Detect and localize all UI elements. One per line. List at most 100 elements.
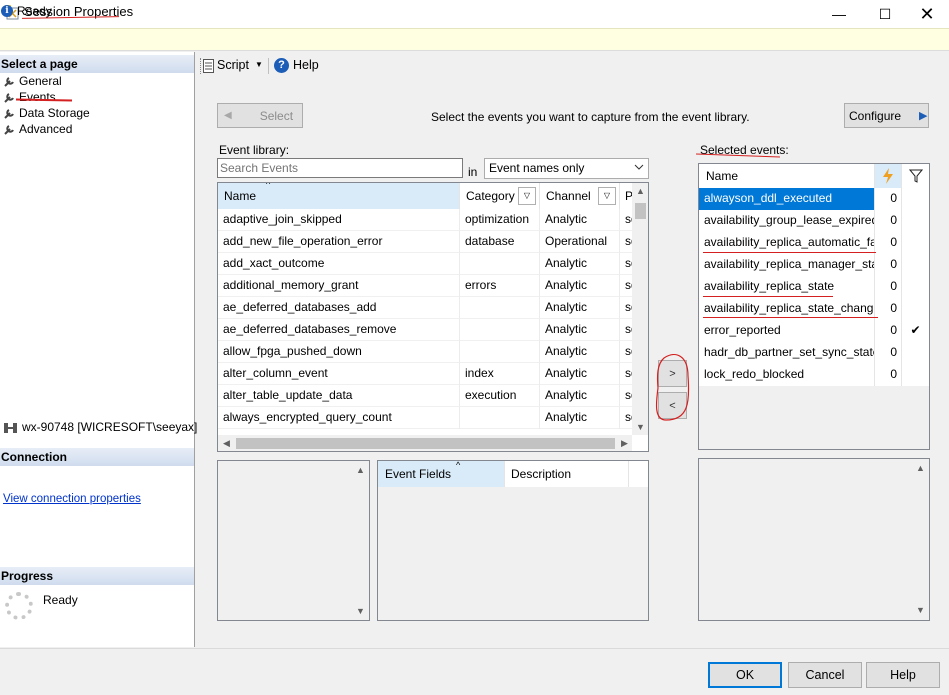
select-button[interactable]: ◀ Select xyxy=(217,103,303,128)
sidebar-item-label: Data Storage xyxy=(19,106,90,120)
cell-name: availability_replica_state xyxy=(699,276,875,298)
search-scope-select[interactable]: Event names only xyxy=(484,158,649,179)
scroll-up-icon: ▲ xyxy=(916,463,925,473)
cell-category: index xyxy=(460,363,540,385)
cell-channel: Analytic xyxy=(540,385,620,407)
sidebar-item-label: Events xyxy=(19,90,56,104)
cell-category: optimization xyxy=(460,209,540,231)
table-row[interactable]: hadr_db_partner_set_sync_state 0 xyxy=(699,342,929,364)
cell-channel: Analytic xyxy=(540,319,620,341)
select-page-panel xyxy=(0,52,195,647)
table-row[interactable]: allow_fpga_pushed_downAnalyticsq xyxy=(218,341,634,363)
table-row[interactable]: availability_group_lease_expired 0 xyxy=(699,210,929,232)
sidebar-item-advanced[interactable]: Advanced xyxy=(3,121,72,137)
table-row[interactable]: availability_replica_manager_state...0 xyxy=(699,254,929,276)
selected-event-details-pane xyxy=(698,458,930,621)
cell-check xyxy=(902,298,929,320)
chevron-down-icon xyxy=(634,164,644,170)
event-library-label: Event library: xyxy=(219,143,290,157)
sort-ascending-icon: ^ xyxy=(456,460,461,470)
column-header-description[interactable]: Description xyxy=(504,461,628,487)
cell-channel: Analytic xyxy=(540,209,620,231)
table-row[interactable]: availability_replica_state 0 xyxy=(699,276,929,298)
column-header-name[interactable]: Name xyxy=(699,164,875,188)
title-bar xyxy=(0,0,949,28)
table-row[interactable]: availability_replica_automatic_failo...0 xyxy=(699,232,929,254)
category-filter-dropdown[interactable]: ▽ xyxy=(518,187,536,205)
close-button[interactable]: ✕ xyxy=(904,0,949,28)
sidebar-item-general[interactable]: General xyxy=(3,73,62,89)
view-connection-properties-link[interactable]: View connection properties xyxy=(3,493,141,505)
table-row[interactable]: add_xact_outcomeAnalyticsq xyxy=(218,253,634,275)
cell-channel: Analytic xyxy=(540,363,620,385)
search-events-input[interactable] xyxy=(217,158,463,178)
column-header-name[interactable]: Name xyxy=(218,183,460,209)
connection-header: Connection xyxy=(0,448,194,466)
ok-button[interactable]: OK xyxy=(708,662,782,688)
cell-name: availability_replica_manager_state... xyxy=(699,254,875,276)
cell-category: database xyxy=(460,231,540,253)
event-grid-horizontal-scrollbar[interactable]: ◀ ▶ xyxy=(218,435,632,451)
table-row[interactable]: always_encrypted_query_countAnalyticsq xyxy=(218,407,634,429)
progress-header: Progress xyxy=(0,567,194,585)
column-header-filter[interactable] xyxy=(902,164,929,188)
description-vertical-scrollbar[interactable]: ▲ ▼ xyxy=(352,461,369,620)
table-row[interactable]: lock_redo_blocked 0 xyxy=(699,364,929,386)
cell-count: 0 xyxy=(875,232,902,254)
column-header-extra xyxy=(628,461,648,487)
column-label: Category xyxy=(466,189,515,203)
table-row[interactable]: alter_table_update_data execution Analytic… xyxy=(218,385,634,407)
configure-button-label: Configure xyxy=(849,108,902,123)
details-vertical-scrollbar[interactable]: ▲ ▼ xyxy=(912,459,929,620)
status-text: Ready xyxy=(17,4,52,18)
cell-name: allow_fpga_pushed_down xyxy=(218,341,460,363)
table-row[interactable]: adaptive_join_skipped optimization Analyti… xyxy=(218,209,634,231)
scroll-down-icon: ▼ xyxy=(356,606,365,616)
cell-count: 0 xyxy=(875,276,902,298)
cell-category xyxy=(460,407,540,429)
script-dropdown-arrow[interactable]: ▼ xyxy=(255,60,263,69)
cell-name: adaptive_join_skipped xyxy=(218,209,460,231)
cell-name: add_new_file_operation_error xyxy=(218,231,460,253)
cell-name: alter_column_event xyxy=(218,363,460,385)
cell-channel: Analytic xyxy=(540,341,620,363)
cell-count: 0 xyxy=(875,298,902,320)
scroll-thumb[interactable] xyxy=(635,203,646,219)
table-row[interactable]: alwayson_ddl_executed 0 xyxy=(699,188,929,210)
cell-channel: Operational xyxy=(540,231,620,253)
event-grid-vertical-scrollbar[interactable]: ▲ ▼ xyxy=(632,183,648,435)
connection-text: wx-90748 [WICRESOFT\seeyax] xyxy=(22,420,198,434)
cell-count: 0 xyxy=(875,254,902,276)
scroll-thumb[interactable] xyxy=(236,438,615,449)
maximize-button[interactable]: ☐ xyxy=(862,0,908,28)
sidebar-item-events[interactable]: Events xyxy=(3,89,56,105)
cell-name: hadr_db_partner_set_sync_state xyxy=(699,342,875,364)
sidebar-item-data-storage[interactable]: Data Storage xyxy=(3,105,90,121)
cell-count: 0 xyxy=(875,320,902,342)
table-row[interactable]: alter_column_eventindexAnalyticsq xyxy=(218,363,634,385)
script-button[interactable]: Script xyxy=(217,58,249,72)
column-header-event-fields[interactable]: Event Fields xyxy=(378,461,504,487)
table-row[interactable]: add_new_file_operation_error database Oper… xyxy=(218,231,634,253)
cell-check xyxy=(902,276,929,298)
cell-check xyxy=(902,232,929,254)
column-header-actions[interactable] xyxy=(875,164,902,188)
configure-button[interactable]: Configure ▶ xyxy=(844,103,929,128)
channel-filter-dropdown[interactable]: ▽ xyxy=(598,187,616,205)
cell-category xyxy=(460,341,540,363)
table-row[interactable]: error_reported 0 ✔ xyxy=(699,320,929,342)
help-icon[interactable]: ? xyxy=(274,58,289,73)
help-button[interactable]: Help xyxy=(866,662,940,688)
right-arrow-icon: ▶ xyxy=(919,110,928,122)
table-row[interactable]: ae_deferred_databases_addAnalyticsq xyxy=(218,297,634,319)
wrench-icon xyxy=(4,76,14,87)
table-row[interactable]: additional_memory_granterrorsAnalyticsq xyxy=(218,275,634,297)
scroll-up-icon: ▲ xyxy=(636,186,645,196)
cancel-button[interactable]: Cancel xyxy=(788,662,862,688)
cell-category xyxy=(460,253,540,275)
table-row[interactable]: ae_deferred_databases_removeAnalyticsq xyxy=(218,319,634,341)
minimize-button[interactable]: — xyxy=(816,0,862,28)
help-toolbar-button[interactable]: Help xyxy=(293,58,319,72)
column-label: Name xyxy=(224,189,257,203)
scroll-down-icon: ▼ xyxy=(916,605,925,615)
